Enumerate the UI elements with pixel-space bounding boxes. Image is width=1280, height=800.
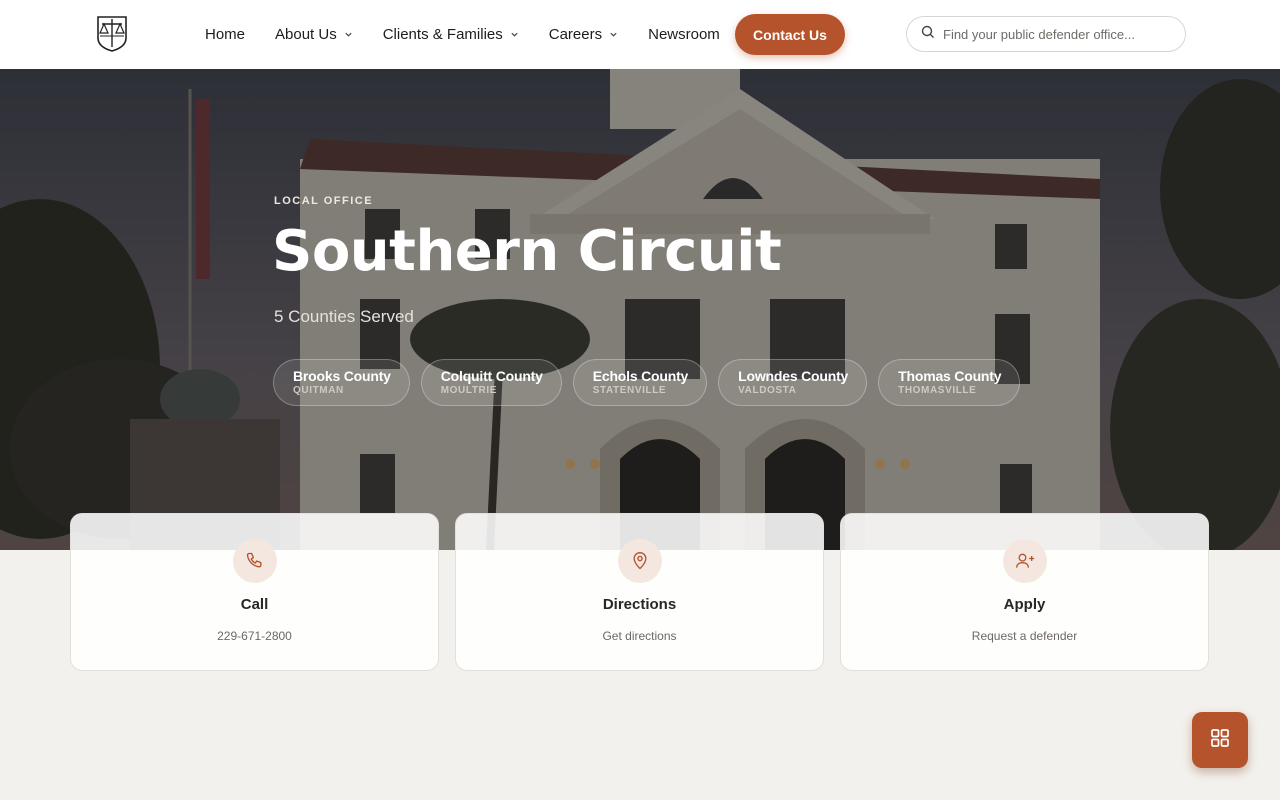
county-name: Brooks County: [293, 368, 391, 384]
page-title: Southern Circuit: [272, 219, 782, 284]
user-plus-icon: [1002, 539, 1047, 583]
directions-card[interactable]: Directions Get directions: [455, 513, 824, 671]
county-chip-colquitt[interactable]: Colquitt County MOULTRIE: [420, 359, 562, 406]
county-name: Thomas County: [898, 368, 1002, 384]
map-pin-icon: [617, 539, 662, 583]
nav-label: Newsroom: [648, 26, 720, 43]
search-icon: [921, 25, 935, 44]
county-chip-thomas[interactable]: Thomas County THOMASVILLE: [878, 359, 1021, 406]
main-nav: Home About Us Clients & Families Careers…: [205, 0, 750, 69]
site-header: Home About Us Clients & Families Careers…: [0, 0, 1280, 69]
county-name: Echols County: [592, 368, 689, 384]
hero-subtitle: 5 Counties Served: [274, 307, 414, 326]
nav-label: Careers: [548, 26, 603, 43]
contact-us-button[interactable]: Contact Us: [735, 14, 845, 55]
nav-item-about-us[interactable]: About Us: [275, 26, 353, 43]
card-title: Apply: [1003, 596, 1046, 613]
call-card[interactable]: Call 229-671-2800: [70, 513, 439, 671]
county-name: Lowndes County: [738, 368, 849, 384]
nav-item-newsroom[interactable]: Newsroom: [648, 26, 720, 43]
hero-overlay: [0, 69, 1280, 550]
county-name: Colquitt County: [440, 368, 543, 384]
nav-item-careers[interactable]: Careers: [549, 26, 618, 43]
card-detail: Get directions: [602, 629, 677, 643]
county-seat: MOULTRIE: [440, 385, 498, 396]
chevron-down-icon: [344, 30, 353, 39]
county-seat: QUITMAN: [293, 385, 344, 396]
site-logo[interactable]: [95, 14, 129, 52]
search-input[interactable]: [943, 26, 1173, 42]
hero-section: LOCAL OFFICE Southern Circuit 5 Counties…: [0, 69, 1280, 550]
nav-label: About Us: [275, 26, 337, 43]
nav-item-clients-families[interactable]: Clients & Families: [383, 26, 519, 43]
county-chip-list: Brooks County QUITMAN Colquitt County MO…: [273, 359, 1031, 406]
nav-item-home[interactable]: Home: [205, 26, 245, 43]
chevron-down-icon: [510, 30, 519, 39]
scales-of-justice-logo: [97, 16, 127, 52]
county-chip-brooks[interactable]: Brooks County QUITMAN: [273, 359, 410, 406]
hero-eyebrow: LOCAL OFFICE: [274, 195, 374, 207]
chevron-down-icon: [609, 30, 618, 39]
county-seat: STATENVILLE: [592, 385, 667, 396]
nav-label: Clients & Families: [382, 26, 503, 43]
card-detail: Request a defender: [971, 629, 1078, 643]
action-cards: Call 229-671-2800 Directions Get directi…: [70, 513, 1225, 671]
county-chip-lowndes[interactable]: Lowndes County VALDOSTA: [718, 359, 868, 406]
apply-card[interactable]: Apply Request a defender: [840, 513, 1209, 671]
county-seat: THOMASVILLE: [898, 385, 977, 396]
nav-label: Home: [205, 26, 246, 43]
card-title: Directions: [602, 596, 677, 613]
grid-icon: [1210, 728, 1230, 753]
office-search[interactable]: [906, 16, 1186, 52]
county-seat: VALDOSTA: [738, 385, 797, 396]
card-title: Call: [240, 596, 269, 613]
card-detail: 229-671-2800: [217, 629, 292, 643]
phone-icon: [232, 539, 277, 583]
county-chip-echols[interactable]: Echols County STATENVILLE: [572, 359, 708, 406]
quick-menu-button[interactable]: [1192, 712, 1248, 768]
